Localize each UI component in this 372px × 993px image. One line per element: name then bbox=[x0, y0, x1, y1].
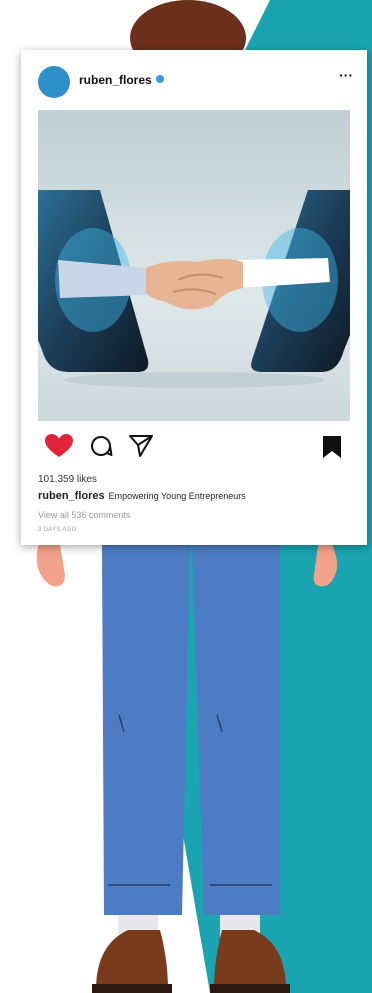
heart-icon[interactable] bbox=[45, 434, 73, 458]
left-leg bbox=[102, 545, 190, 915]
bookmark-icon[interactable] bbox=[323, 436, 341, 458]
post-username-text[interactable]: ruben_flores bbox=[79, 73, 152, 87]
post-username[interactable]: ruben_flores bbox=[79, 73, 164, 87]
comment-icon[interactable] bbox=[89, 434, 113, 458]
post-timestamp: 3 DAYS AGO bbox=[38, 527, 77, 533]
caption-username[interactable]: ruben_flores bbox=[38, 490, 105, 502]
post-image[interactable] bbox=[38, 110, 350, 421]
likes-count[interactable]: 101.359 likes bbox=[38, 474, 97, 485]
avatar[interactable] bbox=[38, 66, 70, 98]
action-bar bbox=[21, 430, 367, 464]
left-shoe bbox=[96, 930, 168, 990]
instagram-post-card: ruben_flores ··· 101.359 likes ruben_flo… bbox=[21, 50, 367, 545]
right-leg bbox=[192, 545, 280, 915]
send-icon[interactable] bbox=[128, 434, 154, 458]
more-options-button[interactable]: ··· bbox=[339, 68, 353, 82]
caption: ruben_flores Empowering Young Entrepreneu… bbox=[38, 490, 246, 502]
caption-text: Empowering Young Entrepreneurs bbox=[108, 491, 246, 501]
post-header: ruben_flores ··· bbox=[21, 50, 367, 110]
left-hand bbox=[36, 540, 65, 587]
verified-badge-icon bbox=[155, 75, 164, 83]
handshake-photo bbox=[38, 110, 350, 421]
view-comments-link[interactable]: View all 536 comments bbox=[38, 510, 130, 520]
